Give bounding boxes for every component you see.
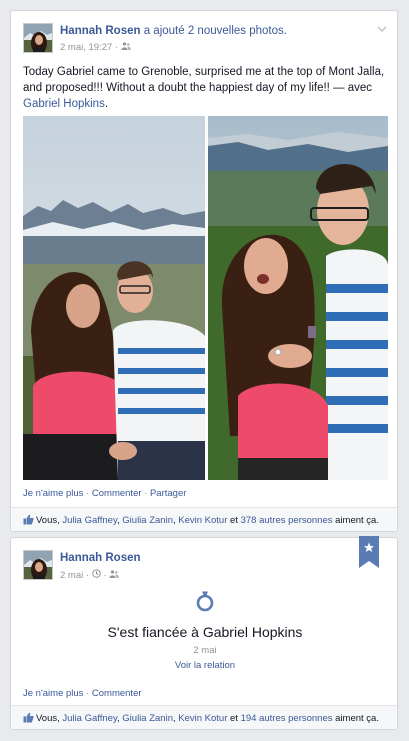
post-timestamp[interactable]: 2 mai [60,570,83,581]
friends-icon[interactable] [109,570,119,581]
avatar[interactable] [23,23,53,53]
life-event-card: Hannah Rosen 2 mai · · S'est fiancée à G… [10,536,398,730]
unlike-link[interactable]: Je n'aime plus [23,688,83,699]
post-actions: Je n'aime plus · Commenter [23,688,142,699]
unlike-link[interactable]: Je n'aime plus [23,488,83,499]
photo-grid [23,116,388,480]
life-event-date: 2 mai [193,645,217,656]
comment-link[interactable]: Commenter [92,488,142,499]
author-name[interactable]: Hannah Rosen [60,25,141,37]
thumbs-up-icon [23,712,34,726]
tagged-person-link[interactable]: Gabriel Hopkins [23,98,105,110]
star-ribbon-icon[interactable] [359,536,379,568]
likes-bar: Vous, Julia Gaffney, Giulia Zanin, Kevin… [11,705,397,729]
liker-link[interactable]: Kevin Kotur [178,713,227,724]
post-header: Hannah Rosen a ajouté 2 nouvelles photos… [11,11,397,57]
ring-icon [195,590,215,612]
others-likes-link[interactable]: 194 autres personnes [241,713,333,724]
comment-link[interactable]: Commenter [92,688,142,699]
others-likes-link[interactable]: 378 autres personnes [241,515,333,526]
author-name[interactable]: Hannah Rosen [60,552,141,564]
liker-link[interactable]: Julia Gaffney [62,515,117,526]
friends-icon[interactable] [121,42,131,53]
liker-link[interactable]: Kevin Kotur [178,515,227,526]
photo-post-card: Hannah Rosen a ajouté 2 nouvelles photos… [10,10,398,532]
post-text: Today Gabriel came to Grenoble, surprise… [23,66,385,110]
post-header: Hannah Rosen 2 mai · · [11,536,397,584]
thumbs-up-icon [23,514,34,528]
clock-icon [91,569,104,581]
post-timestamp[interactable]: 2 mai, 19:27 [60,42,112,53]
photo-2[interactable] [208,116,388,480]
liker-link[interactable]: Giulia Zanin [122,515,173,526]
avatar[interactable] [23,550,53,580]
post-action-text[interactable]: a ajouté 2 nouvelles photos. [144,25,287,37]
liker-link[interactable]: Julia Gaffney [62,713,117,724]
view-relationship-link[interactable]: Voir la relation [175,660,235,671]
share-link[interactable]: Partager [150,488,186,499]
chevron-down-icon[interactable] [376,24,388,34]
post-actions: Je n'aime plus · Commenter · Partager [23,488,187,499]
liker-link[interactable]: Giulia Zanin [122,713,173,724]
life-event-title: S'est fiancée à Gabriel Hopkins [107,624,303,640]
photo-1[interactable] [23,116,205,480]
likes-bar: Vous, Julia Gaffney, Giulia Zanin, Kevin… [11,507,397,531]
